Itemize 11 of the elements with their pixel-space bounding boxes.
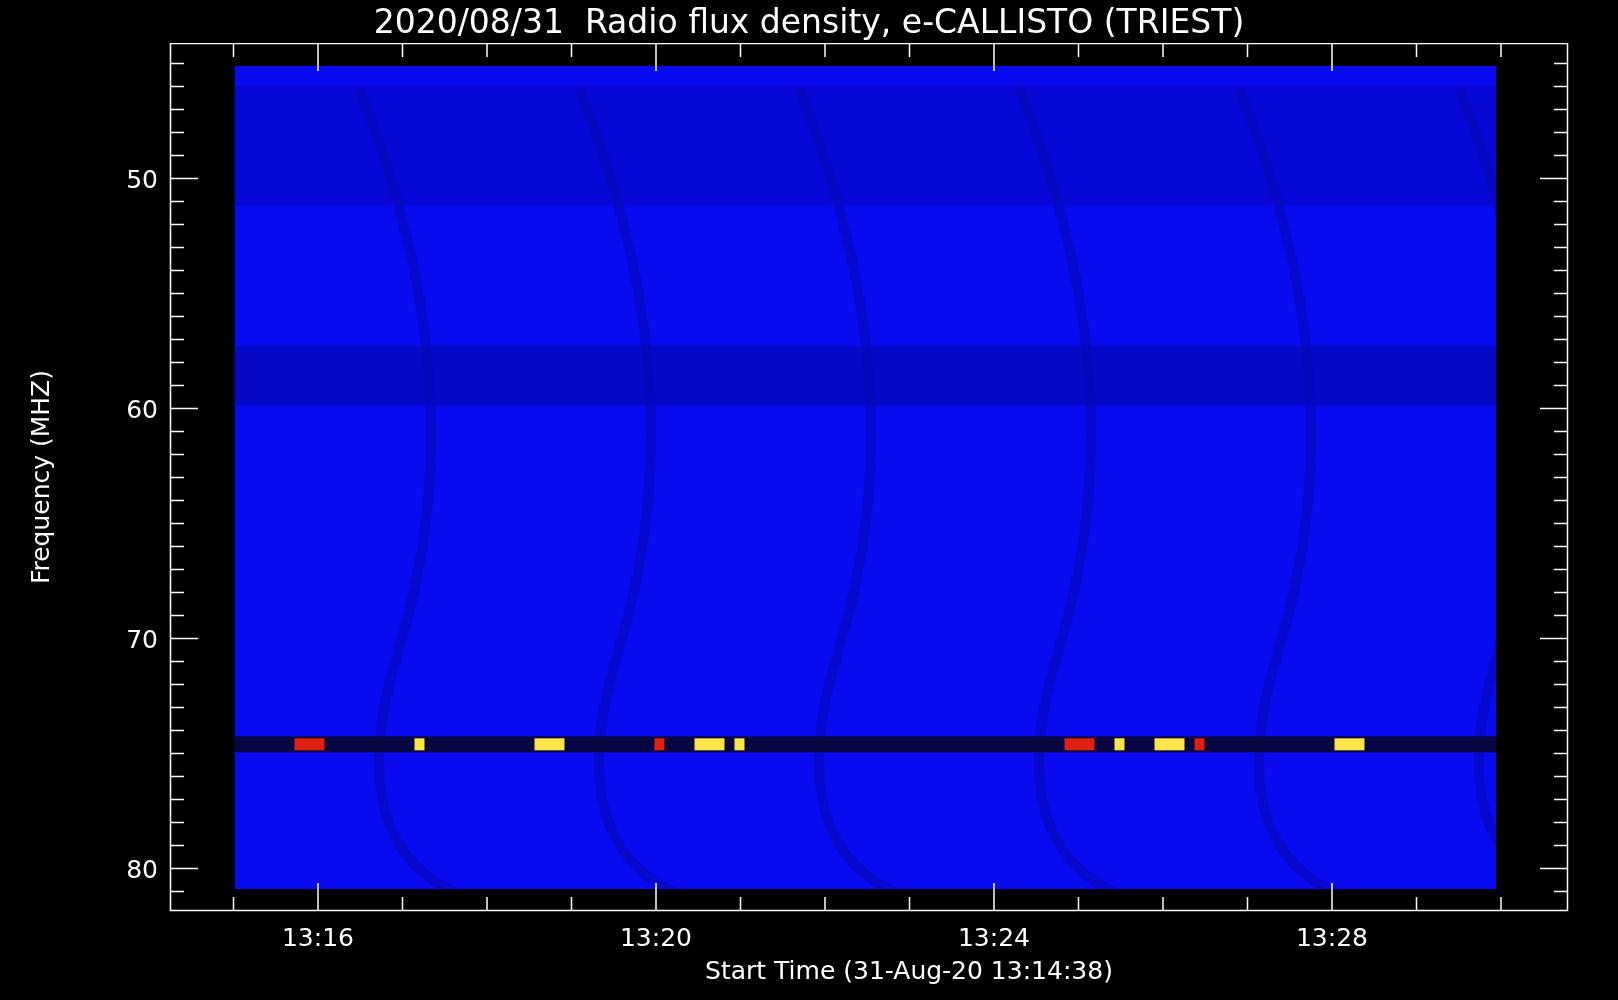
y-tick-label: 80 (126, 854, 158, 884)
y-tick-label: 70 (126, 624, 158, 654)
x-tick-label: 13:16 (282, 923, 354, 952)
x-axis-label: Start Time (31-Aug-20 13:14:38) (705, 958, 1113, 987)
x-tick-label: 13:28 (1296, 923, 1368, 952)
chart-title: 2020/08/31 Radio flux density, e-CALLISTO (TRIEST) (373, 5, 1245, 38)
x-tick-label: 13:24 (958, 923, 1030, 952)
y-tick-label: 60 (126, 394, 158, 424)
x-tick-label: 13:20 (620, 923, 692, 952)
y-axis-label: Frequency (MHZ) (27, 369, 53, 585)
y-tick-label: 50 (126, 164, 158, 194)
